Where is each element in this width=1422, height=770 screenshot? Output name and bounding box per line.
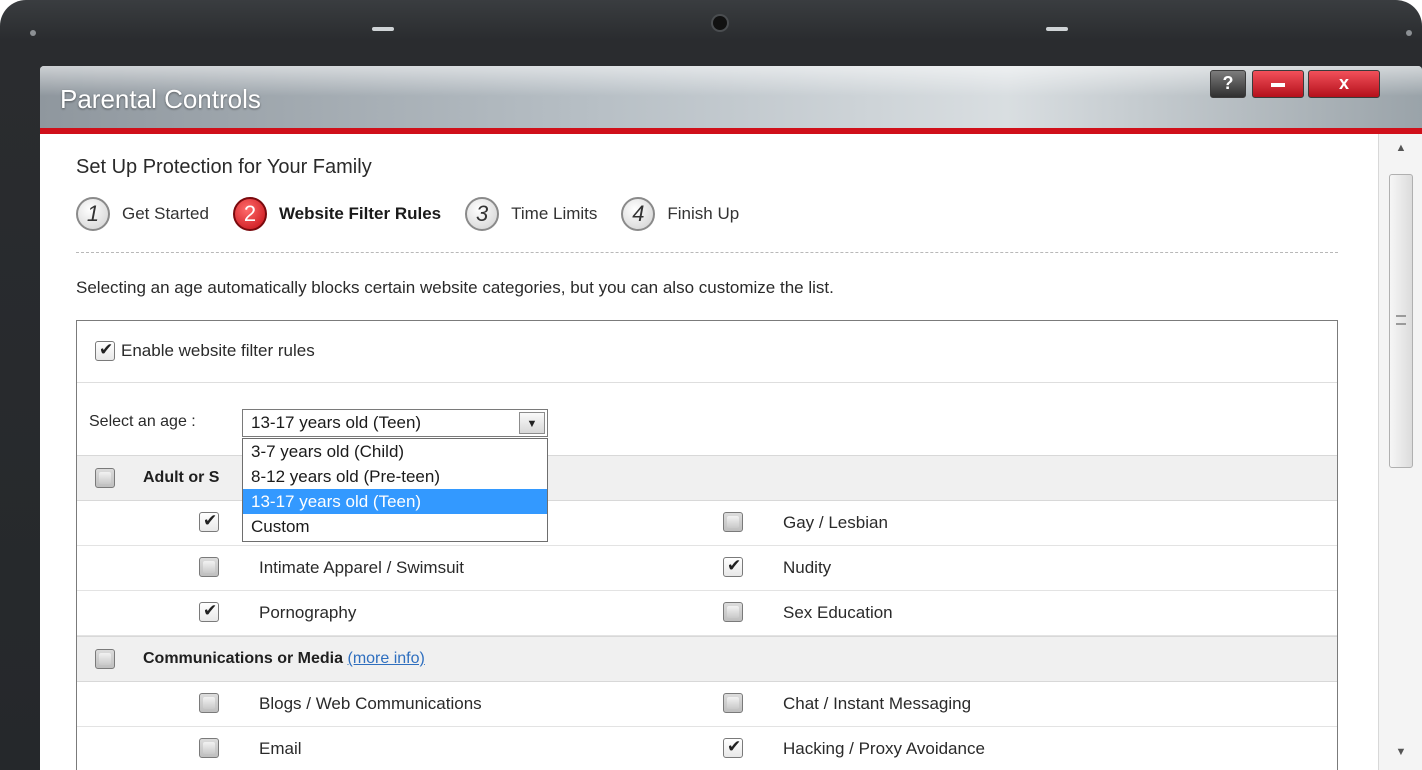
scroll-down-icon[interactable]: ▼	[1379, 746, 1422, 764]
grip-icon	[1396, 315, 1406, 325]
category-item-label: Pornography	[259, 603, 357, 622]
divider	[76, 252, 1338, 253]
category-item-checkbox[interactable]: ✔	[199, 601, 219, 622]
age-option-child[interactable]: 3-7 years old (Child)	[243, 439, 547, 464]
bezel-screw-right	[1406, 30, 1412, 36]
check-icon: ✔	[727, 737, 742, 756]
age-option-custom[interactable]: Custom	[243, 514, 547, 539]
parental-controls-window: Parental Controls ? x Set Up Protection …	[40, 66, 1422, 770]
category-header-communications: Communications or Media (more info)	[77, 636, 1337, 682]
bezel-slot-right	[1046, 27, 1068, 31]
category-item-checkbox[interactable]	[199, 557, 219, 577]
step-1-icon[interactable]: 1	[76, 197, 110, 231]
minimize-button[interactable]	[1252, 70, 1304, 98]
step-2-icon[interactable]: 2	[232, 197, 267, 231]
bezel-screw-left	[30, 30, 36, 36]
category-item-label: Blogs / Web Communications	[259, 694, 482, 713]
enable-filter-label[interactable]: Enable website filter rules	[121, 341, 315, 361]
category-item-label: Gay / Lesbian	[783, 513, 888, 532]
step-4-icon[interactable]: 4	[621, 197, 656, 231]
category-item-label: Hacking / Proxy Avoidance	[783, 739, 985, 758]
more-info-link[interactable]: (more info)	[347, 650, 424, 667]
category-communications-checkbox[interactable]	[95, 649, 115, 669]
vertical-scrollbar[interactable]: ▲ ▼	[1378, 134, 1422, 770]
step-3-icon[interactable]: 3	[465, 197, 500, 231]
webcam-icon	[713, 16, 727, 30]
help-button[interactable]: ?	[1210, 70, 1246, 98]
intro-text: Selecting an age automatically blocks ce…	[76, 278, 834, 297]
category-item-label: Sex Education	[783, 603, 893, 622]
category-item-label: Email	[259, 739, 302, 758]
category-item-checkbox[interactable]	[199, 738, 219, 758]
category-adult-checkbox[interactable]	[95, 468, 115, 488]
check-icon: ✔	[203, 601, 218, 620]
scroll-up-icon[interactable]: ▲	[1379, 142, 1422, 160]
laptop-bezel: Parental Controls ? x Set Up Protection …	[0, 0, 1422, 770]
category-item-checkbox[interactable]: ✔	[199, 511, 219, 532]
age-select[interactable]: 13-17 years old (Teen) ▼	[242, 409, 548, 437]
age-option-preteen[interactable]: 8-12 years old (Pre-teen)	[243, 464, 547, 489]
category-item-checkbox[interactable]	[199, 693, 219, 713]
category-communications-name: Communications or Media	[143, 650, 344, 667]
step-1-label[interactable]: Get Started	[122, 204, 209, 224]
category-item-checkbox[interactable]: ✔	[723, 556, 743, 577]
filter-rules-panel: ✔ Enable website filter rules Select an …	[76, 320, 1338, 770]
age-option-teen[interactable]: 13-17 years old (Teen)	[243, 489, 547, 514]
category-adult-name: Adult or S	[143, 469, 220, 486]
title-bar: Parental Controls ? x	[40, 66, 1422, 128]
step-3-label[interactable]: Time Limits	[511, 204, 597, 224]
table-row: Blogs / Web Communications Chat / Instan…	[77, 682, 1337, 727]
category-item-checkbox[interactable]	[723, 512, 743, 532]
chevron-down-icon[interactable]: ▼	[519, 412, 545, 434]
table-row: Email ✔ Hacking / Proxy Avoidance	[77, 727, 1337, 770]
step-2-label[interactable]: Website Filter Rules	[279, 204, 441, 224]
table-row: ✔ Pornography Sex Education	[77, 591, 1337, 636]
category-item-checkbox[interactable]: ✔	[723, 737, 743, 758]
minimize-icon	[1271, 83, 1285, 87]
age-dropdown-list: 3-7 years old (Child) 8-12 years old (Pr…	[242, 438, 548, 542]
category-item-label: Nudity	[783, 558, 832, 577]
page-title: Set Up Protection for Your Family	[76, 156, 372, 178]
step-4-label[interactable]: Finish Up	[667, 204, 739, 224]
table-row: Intimate Apparel / Swimsuit ✔ Nudity	[77, 546, 1337, 591]
category-item-label: Chat / Instant Messaging	[783, 694, 972, 713]
wizard-steps: 1 Get Started 2 Website Filter Rules 3 T…	[76, 194, 763, 234]
main-content: Set Up Protection for Your Family 1 Get …	[40, 134, 1378, 770]
check-icon: ✔	[727, 556, 742, 575]
window-title: Parental Controls	[60, 84, 261, 114]
age-select-label: Select an age :	[89, 413, 196, 430]
category-item-checkbox[interactable]	[723, 602, 743, 622]
close-button[interactable]: x	[1308, 70, 1380, 98]
category-item-checkbox[interactable]	[723, 693, 743, 713]
bezel-slot-left	[372, 27, 394, 31]
enable-filter-checkbox[interactable]: ✔	[95, 340, 115, 361]
check-icon: ✔	[99, 340, 114, 359]
category-item-label: Intimate Apparel / Swimsuit	[259, 558, 465, 577]
enable-row: ✔ Enable website filter rules	[77, 321, 1337, 383]
scroll-thumb[interactable]	[1389, 174, 1413, 468]
check-icon: ✔	[203, 511, 218, 530]
age-select-value: 13-17 years old (Teen)	[251, 413, 422, 432]
